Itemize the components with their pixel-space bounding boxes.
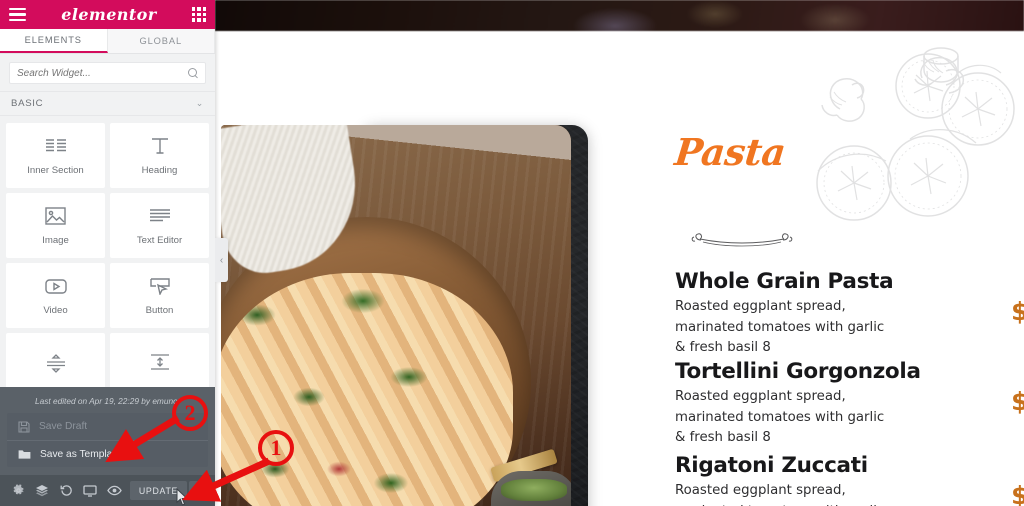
tab-elements[interactable]: ELEMENTS [0,29,108,53]
save-as-template-option[interactable]: Save as Template [7,440,208,467]
last-edited-text: Last edited on Apr 19, 22:29 by emunot [35,396,180,406]
widget-text-editor[interactable]: Text Editor [110,193,209,258]
widget-heading[interactable]: Heading [110,123,209,188]
settings-gear-icon[interactable] [6,475,30,506]
widget-inner-section[interactable]: Inner Section [6,123,105,188]
widget-category-basic[interactable]: BASIC ⌄ [0,91,215,116]
search-input[interactable] [17,67,188,79]
folder-icon [18,449,31,459]
video-icon [44,275,67,297]
menu-item-description: Roasted eggplant spread, marinated tomat… [675,389,885,446]
search-icon [188,68,198,78]
panel-collapse-toggle[interactable]: ‹ [215,238,228,282]
save-draft-label: Save Draft [39,421,88,432]
heading-icon [150,135,170,157]
ornamental-divider [691,233,793,247]
tab-global[interactable]: GLOBAL [107,29,215,53]
responsive-mode-icon[interactable] [78,475,102,506]
widget-label: Button [145,305,174,316]
menu-item[interactable]: Whole Grain Pasta Roasted eggplant sprea… [675,269,1024,359]
apps-grid-icon[interactable] [191,7,206,22]
search-widget-box[interactable] [9,62,206,84]
history-revision-icon[interactable] [54,475,78,506]
preview-eye-icon[interactable] [102,475,126,506]
widget-label: Video [43,305,68,316]
chevron-down-icon: ⌄ [195,98,204,108]
layers-navigator-icon[interactable] [30,475,54,506]
widget-list: Inner Section Heading Image Text Editor … [0,116,215,398]
save-as-template-label: Save as Template [40,448,121,460]
menu-item-name: Whole Grain Pasta [675,269,894,294]
button-icon [149,275,171,297]
save-options-flyout: Last edited on Apr 19, 22:29 by emunot S… [0,387,215,475]
hamburger-menu-icon[interactable] [9,5,26,24]
spacer-icon [149,351,171,373]
update-caret-button[interactable] [189,481,208,500]
widget-video[interactable]: Video [6,263,105,328]
elementor-logo: elementor [61,5,157,24]
menu-item-price: $18.50 [1011,387,1024,416]
menu-item[interactable]: Rigatoni Zuccati Roasted eggplant spread… [675,453,1024,506]
inner-section-icon [45,135,67,157]
menu-item-description: Roasted eggplant spread, marinated tomat… [675,483,884,506]
panel-tabs: ELEMENTS GLOBAL [0,29,215,54]
widget-image[interactable]: Image [6,193,105,258]
text-editor-icon [149,205,171,227]
panel-header: elementor [0,0,215,29]
menu-item-name: Rigatoni Zuccati [675,453,868,478]
menu-item[interactable]: Tortellini Gorgonzola Roasted eggplant s… [675,359,1024,449]
menu-item-description: Roasted eggplant spread, marinated tomat… [675,299,885,356]
image-icon [45,205,66,227]
menu-item-name: Tortellini Gorgonzola [675,359,921,384]
save-draft-option[interactable]: Save Draft [7,413,208,440]
floppy-disk-icon [18,420,30,433]
elementor-editor-panel[interactable]: elementor ELEMENTS GLOBAL BASIC ⌄ Inner … [0,0,215,506]
widget-label: Inner Section [27,165,84,176]
widget-label: Text Editor [136,235,183,246]
editor-canvas[interactable]: Pasta Whole Grain Pasta Roasted eggplant… [215,0,1024,506]
search-widget-container [0,54,215,84]
mouse-pointer-icon [176,488,189,506]
menu-item-price: $22.50 [1011,481,1024,506]
widget-category-label: BASIC [11,98,44,109]
widget-button[interactable]: Button [110,263,209,328]
menu-section: Pasta Whole Grain Pasta Roasted eggplant… [661,31,1024,506]
divider-icon [45,351,67,373]
page-hero-strip [215,0,1024,31]
menu-category-title: Pasta [672,130,788,174]
mushroom-and-tomato-line-art [816,47,1015,221]
widget-label: Image [42,235,69,246]
menu-item-price: $25.00 [1011,297,1024,326]
pasta-dish-photo[interactable] [221,125,571,506]
widget-label: Heading [141,165,178,176]
